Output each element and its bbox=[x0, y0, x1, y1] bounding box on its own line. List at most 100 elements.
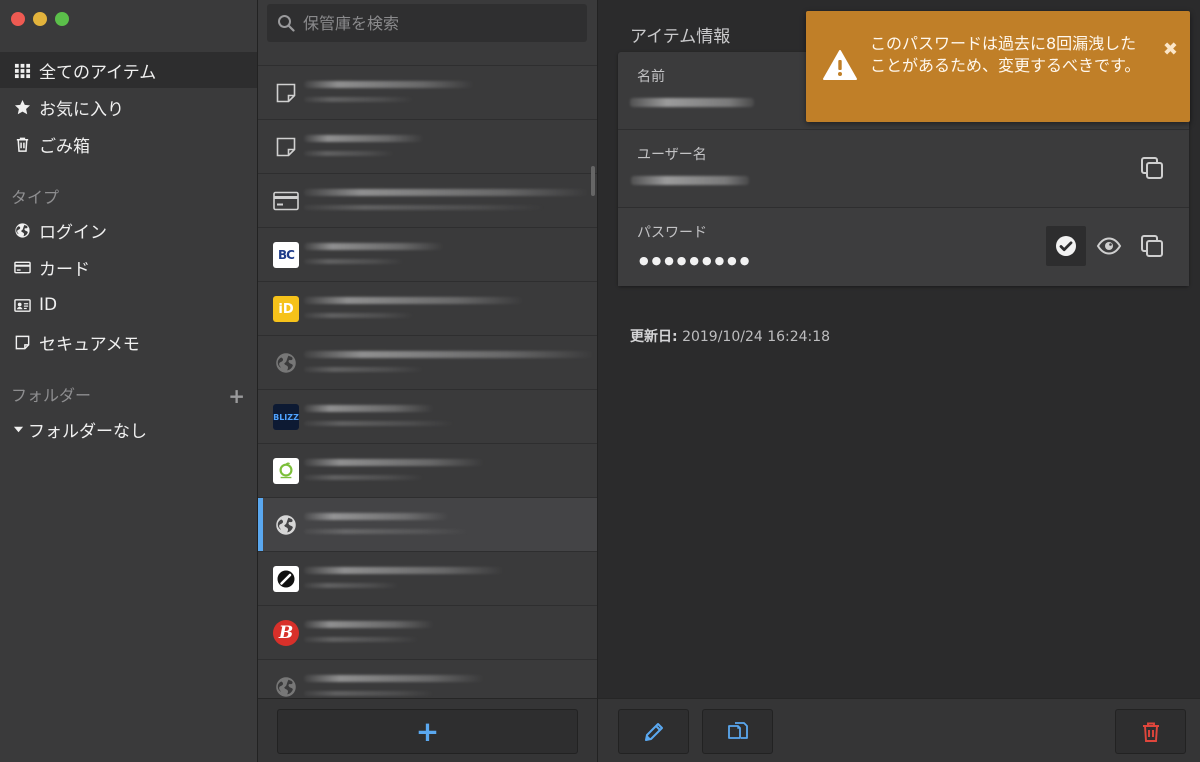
sidebar-item-label: 全てのアイテム bbox=[39, 62, 157, 83]
list-item-selected[interactable] bbox=[258, 498, 597, 552]
clone-icon bbox=[727, 721, 748, 739]
redacted-text bbox=[304, 205, 544, 210]
redacted-text bbox=[304, 529, 469, 534]
copy-username-button[interactable] bbox=[1132, 148, 1172, 188]
list-item[interactable] bbox=[258, 336, 597, 390]
redacted-text bbox=[304, 405, 434, 412]
sidebar-item-label: カード bbox=[39, 259, 90, 280]
redacted-text bbox=[304, 637, 419, 642]
type-section-label: タイプ bbox=[11, 188, 60, 207]
redacted-name-value bbox=[630, 98, 754, 107]
breach-warning-message: このパスワードは過去に8回漏洩したことがあるため、変更するべきです。 bbox=[870, 34, 1141, 75]
redacted-text bbox=[304, 135, 424, 142]
sidebar-item-label: ごみ箱 bbox=[39, 136, 90, 157]
updated-value: 2019/10/24 16:24:18 bbox=[682, 329, 831, 345]
sidebar-item-login[interactable]: ログイン bbox=[0, 212, 257, 248]
search-box bbox=[267, 4, 587, 42]
redacted-text bbox=[304, 475, 424, 480]
breach-warning-toast: このパスワードは過去に8回漏洩したことがあるため、変更するべきです。 ✖ bbox=[806, 11, 1190, 122]
close-toast-button[interactable]: ✖ bbox=[1163, 41, 1178, 59]
redacted-text bbox=[304, 675, 484, 682]
id-logo-icon: iD bbox=[273, 296, 299, 322]
note-icon bbox=[273, 134, 299, 160]
plus-icon: + bbox=[415, 714, 440, 748]
bc-logo-icon: BC bbox=[273, 242, 299, 268]
note-icon bbox=[12, 332, 32, 352]
sidebar-item-card[interactable]: カード bbox=[0, 249, 257, 285]
sidebar: 全てのアイテム お気に入り ごみ箱 タイプ ログイン カード ID セキュアメモ… bbox=[0, 0, 258, 762]
add-folder-button[interactable]: + bbox=[228, 386, 245, 406]
sidebar-item-label: お気に入り bbox=[39, 99, 124, 120]
sidebar-item-all-items[interactable]: 全てのアイテム bbox=[0, 52, 257, 88]
password-value: ●●●●●●●●● bbox=[639, 254, 753, 267]
list-item[interactable]: BLIZZ bbox=[258, 390, 597, 444]
redacted-text bbox=[304, 691, 434, 696]
zoom-window-button[interactable] bbox=[55, 12, 69, 26]
copy-icon bbox=[1141, 235, 1163, 257]
sidebar-item-label: セキュアメモ bbox=[39, 334, 140, 355]
globe-icon bbox=[273, 512, 299, 538]
sidebar-item-favorites[interactable]: お気に入り bbox=[0, 89, 257, 125]
list-item[interactable]: B bbox=[258, 606, 597, 660]
list-item[interactable] bbox=[258, 66, 597, 120]
list-item[interactable] bbox=[258, 120, 597, 174]
list-item[interactable]: BC bbox=[258, 228, 597, 282]
check-circle-icon bbox=[1056, 236, 1076, 256]
list-item[interactable] bbox=[258, 552, 597, 606]
redacted-text bbox=[304, 189, 589, 196]
list-item[interactable]: iD bbox=[258, 282, 597, 336]
delete-button[interactable] bbox=[1115, 709, 1186, 754]
pencil-icon bbox=[644, 722, 663, 741]
redacted-text bbox=[304, 259, 404, 264]
redacted-text bbox=[304, 621, 434, 628]
b-logo-icon: B bbox=[273, 620, 299, 646]
redacted-text bbox=[304, 567, 504, 574]
copy-password-button[interactable] bbox=[1132, 226, 1172, 266]
eye-icon bbox=[1096, 237, 1122, 255]
search-input[interactable] bbox=[303, 13, 573, 33]
redacted-text bbox=[304, 513, 449, 520]
redacted-text bbox=[304, 459, 484, 466]
note-icon bbox=[273, 80, 299, 106]
redacted-text bbox=[304, 151, 394, 156]
name-label: 名前 bbox=[637, 69, 665, 85]
toggle-password-visibility-button[interactable] bbox=[1089, 226, 1129, 266]
globe-icon bbox=[12, 220, 32, 240]
check-password-button[interactable] bbox=[1046, 226, 1086, 266]
credit-card-icon bbox=[273, 188, 299, 214]
item-list: BC iD BLIZZ B bbox=[258, 52, 597, 698]
list-item[interactable] bbox=[258, 174, 597, 228]
edit-button[interactable] bbox=[618, 709, 689, 754]
minimize-window-button[interactable] bbox=[33, 12, 47, 26]
list-scrollbar[interactable] bbox=[591, 166, 595, 196]
sidebar-item-label: フォルダーなし bbox=[28, 421, 147, 442]
clone-button[interactable] bbox=[702, 709, 773, 754]
sidebar-item-trash[interactable]: ごみ箱 bbox=[0, 126, 257, 162]
redacted-username-value bbox=[631, 176, 749, 185]
updated-label: 更新日: bbox=[630, 329, 678, 345]
redacted-text bbox=[304, 97, 414, 102]
list-footer: + bbox=[258, 698, 597, 762]
detail-footer bbox=[598, 698, 1200, 762]
password-label: パスワード bbox=[637, 225, 707, 241]
copy-icon bbox=[1141, 157, 1163, 179]
redacted-text bbox=[304, 351, 594, 358]
blizz-logo-icon: BLIZZ bbox=[273, 404, 299, 430]
close-window-button[interactable] bbox=[11, 12, 25, 26]
search-icon bbox=[278, 15, 295, 32]
redacted-text bbox=[304, 243, 444, 250]
sidebar-item-no-folder[interactable]: フォルダーなし bbox=[0, 411, 257, 447]
credit-card-icon bbox=[12, 257, 32, 277]
sidebar-item-secure-note[interactable]: セキュアメモ bbox=[0, 324, 257, 360]
add-item-button[interactable]: + bbox=[277, 709, 578, 754]
sidebar-item-identity[interactable]: ID bbox=[0, 287, 257, 323]
trash-icon bbox=[1142, 722, 1159, 742]
list-item[interactable] bbox=[258, 444, 597, 498]
redacted-text bbox=[304, 313, 414, 318]
username-field: ユーザー名 bbox=[618, 130, 1189, 208]
redacted-text bbox=[304, 421, 454, 426]
grid-icon bbox=[12, 60, 32, 80]
list-item[interactable] bbox=[258, 660, 597, 698]
redacted-text bbox=[304, 583, 399, 588]
list-item[interactable] bbox=[258, 52, 597, 66]
